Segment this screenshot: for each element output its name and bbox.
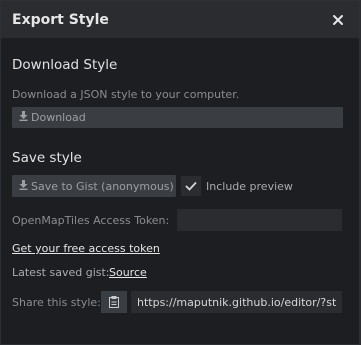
save-heading: Save style	[12, 150, 82, 166]
download-button-label: Download	[31, 111, 86, 124]
include-preview-checkbox[interactable]	[181, 176, 201, 196]
modal-header: Export Style	[1, 1, 359, 38]
access-token-input[interactable]	[177, 209, 342, 231]
copy-url-button[interactable]	[101, 291, 127, 313]
modal-title: Export Style	[12, 11, 109, 28]
share-label: Share this style:	[12, 296, 101, 309]
download-button[interactable]: Download	[12, 107, 343, 128]
latest-gist-label: Latest saved gist:	[12, 266, 110, 279]
gist-source-link[interactable]: Source	[109, 266, 147, 279]
download-heading: Download Style	[12, 57, 118, 73]
download-icon	[19, 111, 28, 124]
export-style-modal: Export Style Download Style Download a J…	[0, 0, 360, 345]
check-icon	[185, 181, 197, 191]
save-to-gist-label: Save to Gist (anonymous)	[31, 179, 174, 193]
free-access-token-link[interactable]: Get your free access token	[12, 242, 160, 255]
clipboard-icon	[109, 296, 119, 308]
share-url-input[interactable]	[131, 291, 342, 313]
close-icon[interactable]	[331, 12, 345, 26]
save-to-gist-button[interactable]: Save to Gist (anonymous)	[12, 175, 176, 197]
download-icon	[19, 179, 28, 193]
include-preview-label: Include preview	[206, 180, 293, 193]
download-description: Download a JSON style to your computer.	[12, 88, 240, 101]
token-label: OpenMapTiles Access Token:	[12, 214, 170, 227]
